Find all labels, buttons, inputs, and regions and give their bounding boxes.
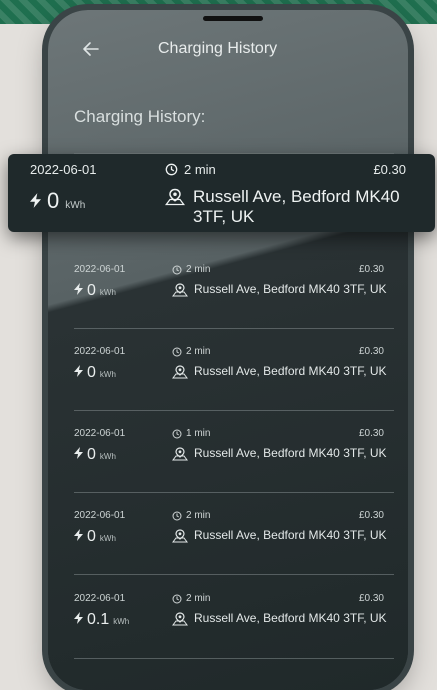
divider (74, 328, 394, 329)
lightning-bolt-icon (74, 283, 83, 295)
session-duration: 1 min (172, 428, 210, 439)
divider (74, 492, 394, 493)
session-price: £0.30 (358, 593, 384, 604)
energy-value: 0 (47, 188, 60, 213)
session-price: £0.30 (358, 428, 384, 439)
duration-text: 2 min (184, 162, 216, 177)
session-duration: 2 min (172, 510, 210, 521)
energy-unit: kWh (99, 370, 116, 379)
timer-icon (165, 163, 178, 176)
energy-unit: kWh (113, 617, 130, 626)
location-pin-icon (172, 283, 188, 297)
session-duration: 2 min (172, 593, 210, 604)
timer-icon (172, 429, 182, 438)
lightning-bolt-icon (74, 365, 83, 377)
session-row[interactable]: 2022-06-01 2 min £0.30 0.1 kWh Russell A… (74, 585, 398, 655)
energy-unit: kWh (99, 534, 116, 543)
featured-price: £0.30 (373, 162, 406, 177)
duration-text: 2 min (186, 510, 211, 521)
featured-energy: 0 kWh (30, 188, 85, 214)
session-location: Russell Ave, Bedford MK40 3TF, UK (172, 282, 392, 297)
timer-icon (172, 265, 182, 274)
lightning-bolt-icon (30, 193, 41, 208)
session-location: Russell Ave, Bedford MK40 3TF, UK (172, 528, 392, 543)
session-location: Russell Ave, Bedford MK40 3TF, UK (172, 364, 392, 379)
session-date: 2022-06-01 (74, 510, 126, 521)
location-address: Russell Ave, Bedford MK40 3TF, UK (194, 364, 387, 378)
session-row[interactable]: 2022-06-01 1 min £0.30 0 kWh Russell Ave… (74, 420, 398, 490)
energy-value: 0.1 (87, 611, 110, 628)
session-duration: 2 min (172, 264, 210, 275)
location-pin-icon (172, 612, 188, 626)
timer-icon (172, 347, 182, 356)
session-energy: 0 kWh (74, 528, 116, 546)
session-energy: 0 kWh (74, 446, 116, 464)
session-date: 2022-06-01 (74, 428, 126, 439)
back-arrow-icon[interactable] (80, 38, 102, 60)
session-price: £0.30 (358, 346, 384, 357)
session-row[interactable]: 2022-06-01 2 min £0.30 0 kWh Russell Ave… (74, 502, 398, 572)
section-heading: Charging History: (74, 107, 206, 126)
timer-icon (172, 511, 182, 520)
session-date: 2022-06-01 (74, 346, 126, 357)
divider (74, 658, 394, 659)
session-date: 2022-06-01 (74, 264, 126, 275)
duration-text: 2 min (186, 264, 211, 275)
session-row[interactable]: 2022-06-01 2 min £0.30 0 kWh Russell Ave… (74, 338, 398, 408)
lightning-bolt-icon (74, 529, 83, 541)
location-address: Russell Ave, Bedford MK40 3TF, UK (194, 528, 387, 542)
featured-date: 2022-06-01 (30, 162, 97, 177)
session-energy: 0.1 kWh (74, 611, 129, 629)
location-address: Russell Ave, Bedford MK40 3TF, UK (194, 446, 387, 460)
location-address: Russell Ave, Bedford MK40 3TF, UK (193, 187, 400, 226)
featured-duration: 2 min (165, 162, 216, 177)
location-pin-icon (172, 447, 188, 461)
session-price: £0.30 (358, 264, 384, 275)
session-energy: 0 kWh (74, 282, 116, 300)
duration-text: 2 min (186, 593, 211, 604)
energy-value: 0 (87, 528, 96, 545)
session-location: Russell Ave, Bedford MK40 3TF, UK (172, 446, 392, 461)
session-location: Russell Ave, Bedford MK40 3TF, UK (172, 611, 392, 626)
divider (74, 410, 394, 411)
energy-value: 0 (87, 446, 96, 463)
featured-session-card[interactable]: 2022-06-01 2 min £0.30 0 kWh Russell Ave… (8, 154, 435, 232)
divider (74, 574, 394, 575)
energy-unit: kWh (99, 452, 116, 461)
location-pin-icon (172, 529, 188, 543)
energy-unit: kWh (65, 200, 86, 211)
location-address: Russell Ave, Bedford MK40 3TF, UK (194, 611, 387, 625)
header-title: Charging History (158, 40, 278, 57)
location-pin-icon (172, 365, 188, 379)
lightning-bolt-icon (74, 447, 83, 459)
energy-value: 0 (87, 364, 96, 381)
duration-text: 2 min (186, 346, 211, 357)
location-address: Russell Ave, Bedford MK40 3TF, UK (194, 282, 387, 296)
phone-speaker (203, 16, 263, 21)
energy-unit: kWh (99, 288, 116, 297)
timer-icon (172, 594, 182, 603)
session-duration: 2 min (172, 346, 210, 357)
duration-text: 1 min (186, 428, 211, 439)
location-pin-icon (165, 188, 185, 206)
session-price: £0.30 (358, 510, 384, 521)
energy-value: 0 (87, 282, 96, 299)
session-date: 2022-06-01 (74, 593, 126, 604)
session-row[interactable]: 2022-06-01 2 min £0.30 0 kWh Russell Ave… (74, 256, 398, 326)
lightning-bolt-icon (74, 612, 83, 624)
session-energy: 0 kWh (74, 364, 116, 382)
phone-frame: Charging History Charging History: 2022-… (48, 10, 408, 690)
app-header: Charging History (48, 34, 408, 66)
featured-location: Russell Ave, Bedford MK40 3TF, UK (165, 187, 427, 227)
